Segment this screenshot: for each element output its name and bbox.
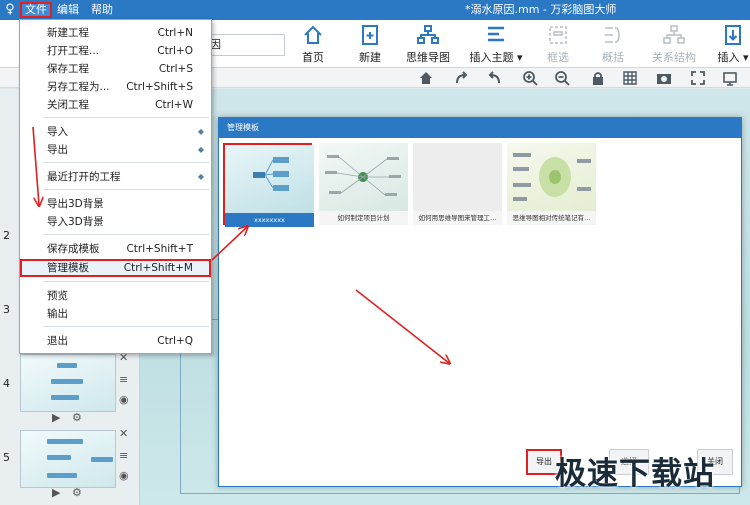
new-button[interactable]: 新建 xyxy=(354,22,386,66)
zoom-in-icon[interactable] xyxy=(522,70,538,86)
site-watermark: 极速下载站 xyxy=(555,456,715,492)
file-menu-dropdown: 新建工程 Ctrl+N 打开工程... Ctrl+O 保存工程 Ctrl+S 另存工程… xyxy=(19,19,212,354)
undo-icon[interactable] xyxy=(486,70,502,86)
new-file-icon xyxy=(354,24,386,46)
template-preview xyxy=(225,145,314,213)
chevron-down-icon: ▾ xyxy=(742,51,749,64)
title-bar: ♀ 文件 编辑 帮助 *溺水原因.mm - 万彩脑图大师 xyxy=(0,0,750,20)
new-button-label: 新建 xyxy=(359,51,381,64)
dialog-title: 管理模板 xyxy=(219,118,741,138)
slide-thumbnail[interactable] xyxy=(20,354,116,412)
menu-item-output[interactable]: 输出 xyxy=(20,305,211,323)
submenu-arrow-icon: ◆ xyxy=(197,172,204,181)
menu-item-exit[interactable]: 退出 Ctrl+Q xyxy=(20,332,211,350)
template-caption: 如何用思维导图来管理工... xyxy=(418,214,497,222)
box-select-button[interactable]: 框选 xyxy=(543,22,573,66)
home-icon xyxy=(296,24,330,46)
menu-item-manage-templates[interactable]: 管理模板 Ctrl+Shift+M xyxy=(20,259,211,277)
submenu-arrow-icon: ◆ xyxy=(197,127,204,136)
insert-topic-icon xyxy=(465,24,527,46)
manage-templates-dialog: 管理模板 xxxxxxxx 如何制定项目计划 如何用思维导图来管理工... 思维… xyxy=(218,117,742,487)
eye-icon[interactable]: ◉ xyxy=(119,393,129,406)
slide-number: 4 xyxy=(3,377,10,390)
fullscreen-icon[interactable] xyxy=(690,70,706,86)
summary-button-label: 概括 xyxy=(602,51,624,64)
insert-icon xyxy=(716,24,750,46)
template-card[interactable]: 如何用思维导图来管理工... xyxy=(413,143,502,225)
play-icon[interactable]: ▶ xyxy=(52,411,60,424)
mindmap-app-icon[interactable]: ♀ xyxy=(2,1,18,19)
summary-icon xyxy=(598,24,628,46)
home-button[interactable]: 首页 xyxy=(296,22,330,66)
zoom-out-icon[interactable] xyxy=(554,70,570,86)
template-card[interactable]: 思维导图相对传统笔记有... xyxy=(507,143,596,225)
insert-button[interactable]: 插入 ▾ xyxy=(716,22,750,66)
insert-button-label: 插入 xyxy=(717,51,740,64)
menu-item-save-as[interactable]: 另存工程为... Ctrl+Shift+S xyxy=(20,78,211,96)
window-title: *溺水原因.mm - 万彩脑图大师 xyxy=(465,3,617,16)
topic-title-field[interactable]: 因 xyxy=(205,34,285,56)
lock-icon[interactable] xyxy=(590,70,606,86)
box-select-button-label: 框选 xyxy=(547,51,569,64)
home-button-label: 首页 xyxy=(302,51,324,64)
menu-separator xyxy=(44,326,209,327)
slide-number: 5 xyxy=(3,451,10,464)
menu-separator xyxy=(44,162,209,163)
relation-button-label: 关系结构 xyxy=(652,51,696,64)
gear-icon[interactable]: ⚙ xyxy=(72,486,82,499)
menu-item-recent-projects[interactable]: 最近打开的工程 ◆ xyxy=(20,168,211,186)
camera-icon[interactable] xyxy=(656,70,672,86)
box-select-icon xyxy=(543,24,573,46)
mindmap-button-label: 思维导图 xyxy=(406,51,450,64)
menu-separator xyxy=(44,117,209,118)
submenu-arrow-icon: ◆ xyxy=(197,145,204,154)
template-preview xyxy=(319,143,408,211)
grid-icon[interactable] xyxy=(622,70,638,86)
mindmap-button[interactable]: 思维导图 xyxy=(404,22,452,66)
insert-topic-button-label: 插入主题 xyxy=(469,51,514,64)
template-caption: 思维导图相对传统笔记有... xyxy=(512,214,591,222)
menu-separator xyxy=(44,281,209,282)
relation-button[interactable]: 关系结构 xyxy=(650,22,698,66)
menu-item-import[interactable]: 导入 ◆ xyxy=(20,123,211,141)
slide-number: 3 xyxy=(3,303,10,316)
menu-item-save-as-template[interactable]: 保存成模板 Ctrl+Shift+T xyxy=(20,240,211,258)
relation-icon xyxy=(650,24,698,46)
menu-item-open-project[interactable]: 打开工程... Ctrl+O xyxy=(20,42,211,60)
template-preview xyxy=(507,143,596,211)
template-card[interactable]: 如何制定项目计划 xyxy=(319,143,408,225)
play-icon[interactable]: ▶ xyxy=(52,486,60,499)
menu-item-export[interactable]: 导出 ◆ xyxy=(20,141,211,159)
menu-separator xyxy=(44,234,209,235)
slide-thumbnail[interactable] xyxy=(20,430,116,488)
menu-item-close-project[interactable]: 关闭工程 Ctrl+W xyxy=(20,96,211,114)
present-icon[interactable] xyxy=(722,70,738,86)
gear-icon[interactable]: ⚙ xyxy=(72,411,82,424)
menu-item-new-project[interactable]: 新建工程 Ctrl+N xyxy=(20,24,211,42)
menu-icon[interactable]: ≡ xyxy=(119,373,128,386)
eye-icon[interactable]: ◉ xyxy=(119,469,129,482)
slide-number: 2 xyxy=(3,229,10,242)
mindmap-icon xyxy=(404,24,452,46)
menu-item-save-project[interactable]: 保存工程 Ctrl+S xyxy=(20,60,211,78)
close-icon[interactable]: ✕ xyxy=(119,427,128,440)
template-caption: xxxxxxxx xyxy=(225,213,314,227)
menu-icon[interactable]: ≡ xyxy=(119,449,128,462)
chevron-down-icon: ▾ xyxy=(516,51,523,64)
menu-edit[interactable]: 编辑 xyxy=(54,2,82,18)
home-view-icon[interactable] xyxy=(418,70,434,86)
insert-topic-button[interactable]: 插入主题 ▾ xyxy=(465,22,527,66)
template-preview xyxy=(413,143,502,211)
menu-separator xyxy=(44,189,209,190)
menu-item-preview[interactable]: 预览 xyxy=(20,287,211,305)
menu-item-export-3d-bg[interactable]: 导出3D背景 xyxy=(20,195,211,213)
template-caption: 如何制定项目计划 xyxy=(337,214,390,222)
template-card-selected[interactable]: xxxxxxxx xyxy=(223,143,314,227)
menu-file[interactable]: 文件 xyxy=(20,2,52,18)
redo-icon[interactable] xyxy=(454,70,470,86)
menu-item-import-3d-bg[interactable]: 导入3D背景 xyxy=(20,213,211,231)
menu-help[interactable]: 帮助 xyxy=(88,2,116,18)
summary-button[interactable]: 概括 xyxy=(598,22,628,66)
